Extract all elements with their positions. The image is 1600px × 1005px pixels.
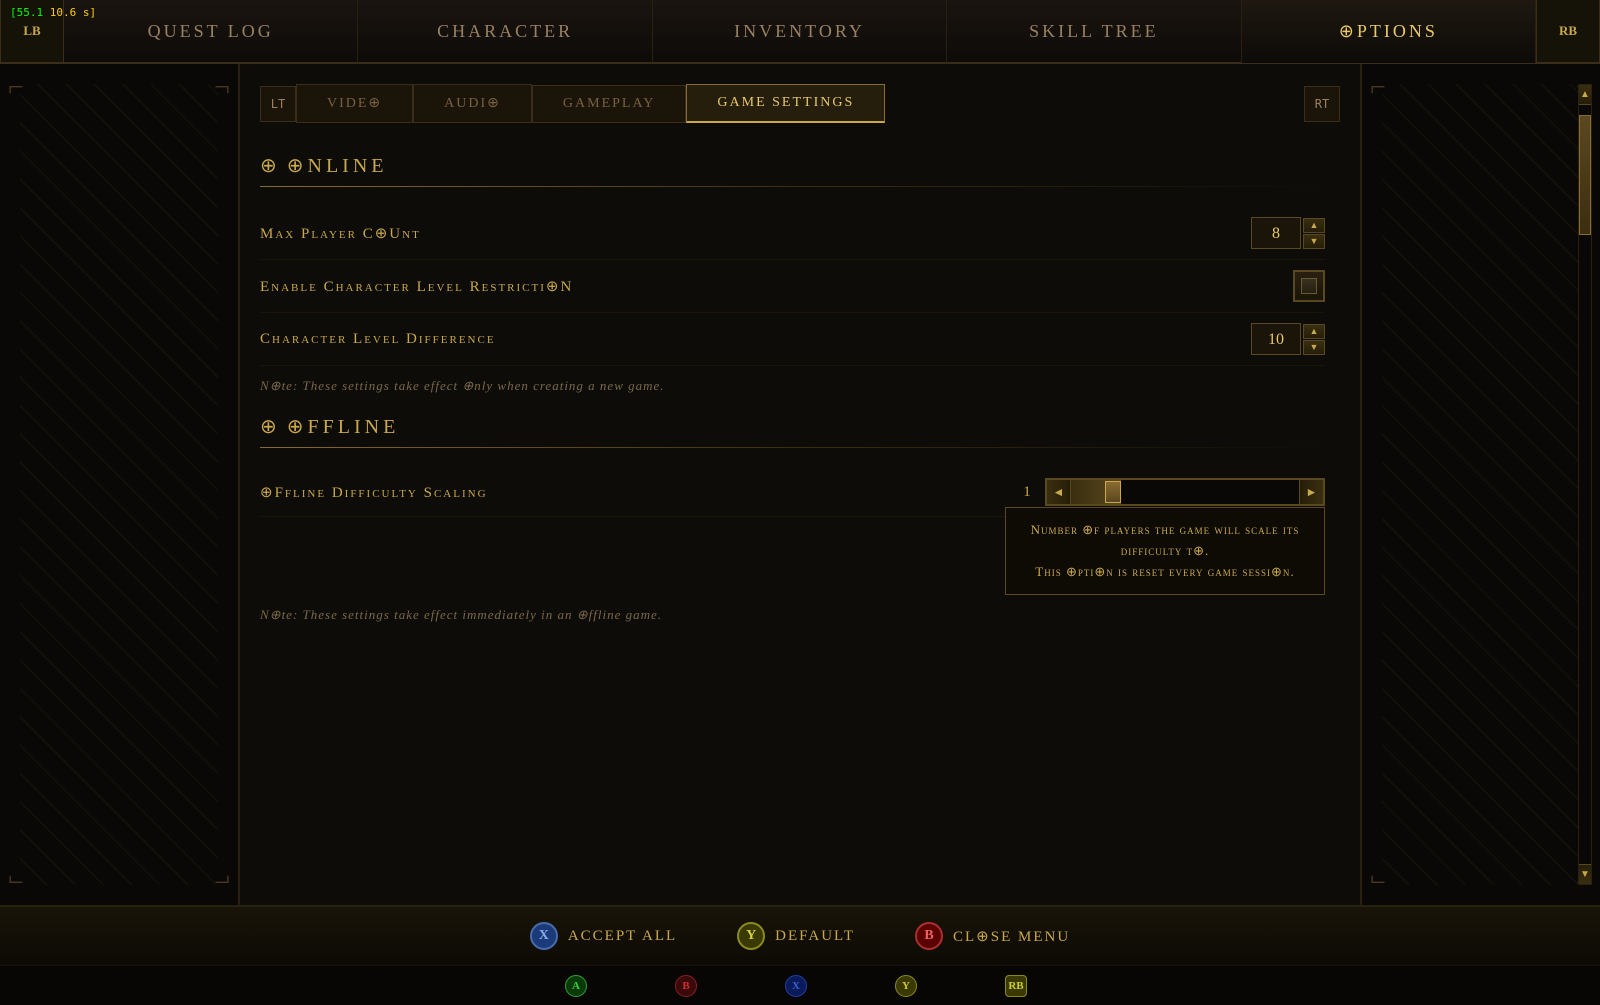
bottom-ctrl-y: Y bbox=[895, 975, 925, 997]
checkbox-inner bbox=[1301, 278, 1317, 294]
char-level-restriction-row: Enable Character Level Restricti⊕n bbox=[260, 260, 1325, 313]
y-button-small[interactable]: Y bbox=[895, 975, 917, 997]
nav-options[interactable]: ⊕ptions bbox=[1242, 0, 1536, 63]
a-button-small[interactable]: A bbox=[565, 975, 587, 997]
char-level-diff-row: Character Level Difference 10 ▲ ▼ bbox=[260, 313, 1325, 366]
default-label: Default bbox=[775, 928, 855, 945]
main-layout: ⌐ ⌐ ⌐ ⌐ LT Vide⊕ Audi⊕ Gameplay Game Set… bbox=[0, 64, 1600, 905]
char-level-diff-up[interactable]: ▲ bbox=[1303, 324, 1325, 339]
online-section-title: ⊕nline bbox=[283, 153, 388, 178]
corner-ornament-br: ⌐ bbox=[190, 857, 230, 897]
bottom-ctrl-b: B bbox=[675, 975, 705, 997]
settings-content[interactable]: ⊕ ⊕nline Max Player C⊕unt 8 ▲ ▼ Enable C… bbox=[260, 143, 1340, 905]
char-level-diff-down[interactable]: ▼ bbox=[1303, 340, 1325, 355]
tab-game-settings[interactable]: Game Settings bbox=[686, 84, 885, 123]
very-bottom-strip: A B X Y RB bbox=[0, 965, 1600, 1005]
tab-right-button[interactable]: RT bbox=[1304, 86, 1340, 122]
offline-difficulty-value: 1 bbox=[1017, 484, 1037, 501]
nav-skill-tree[interactable]: Skill Tree bbox=[947, 0, 1241, 63]
online-section-header: ⊕ ⊕nline bbox=[260, 153, 1325, 178]
y-button-icon: Y bbox=[737, 922, 765, 950]
tab-left-button[interactable]: LT bbox=[260, 86, 296, 122]
max-player-count-control[interactable]: 8 ▲ ▼ bbox=[1251, 217, 1325, 249]
bottom-bar: X Accept All Y Default B Cl⊕se Menu bbox=[0, 905, 1600, 965]
offline-section-header: ⊕ ⊕ffline bbox=[260, 414, 1325, 439]
max-player-count-label: Max Player C⊕unt bbox=[260, 224, 421, 243]
offline-difficulty-label: ⊕ffline Difficulty Scaling bbox=[260, 483, 488, 502]
scrollbar-thumb[interactable] bbox=[1579, 115, 1591, 235]
scrollbar[interactable]: ▲ ▼ bbox=[1578, 84, 1592, 885]
scrollbar-track bbox=[1579, 105, 1591, 864]
bottom-ctrl-a: A bbox=[565, 975, 595, 997]
right-side-panel: ⌐ ⌐ ⌐ ⌐ ▲ ▼ bbox=[1360, 64, 1600, 905]
content-area: LT Vide⊕ Audi⊕ Gameplay Game Settings RT bbox=[240, 64, 1360, 905]
difficulty-tooltip: Number ⊕f players the game will scale it… bbox=[1005, 507, 1325, 595]
slider-thumb bbox=[1105, 481, 1121, 503]
hud-fps: [55.1 10.6 s] bbox=[10, 6, 96, 19]
left-side-panel: ⌐ ⌐ ⌐ ⌐ bbox=[0, 64, 240, 905]
bottom-ctrl-rb: RB bbox=[1005, 975, 1035, 997]
offline-section-icon: ⊕ bbox=[260, 414, 277, 439]
tab-gameplay[interactable]: Gameplay bbox=[532, 85, 687, 123]
max-player-count-value: 8 bbox=[1251, 217, 1301, 249]
char-level-diff-label: Character Level Difference bbox=[260, 331, 496, 348]
nav-rb-button[interactable]: RB bbox=[1536, 0, 1600, 63]
right-corner-ornament-bl: ⌐ bbox=[1370, 857, 1410, 897]
max-player-count-down[interactable]: ▼ bbox=[1303, 234, 1325, 249]
b-button-small[interactable]: B bbox=[675, 975, 697, 997]
nav-quest-log[interactable]: Quest Log bbox=[64, 0, 358, 63]
char-level-diff-control[interactable]: 10 ▲ ▼ bbox=[1251, 323, 1325, 355]
char-level-restriction-checkbox[interactable] bbox=[1293, 270, 1325, 302]
slider-left-btn[interactable]: ◄ bbox=[1047, 480, 1071, 504]
scrollbar-down[interactable]: ▼ bbox=[1579, 864, 1591, 884]
bottom-ctrl-x: X bbox=[785, 975, 815, 997]
nav-inventory[interactable]: Inventory bbox=[653, 0, 947, 63]
close-menu-action[interactable]: B Cl⊕se Menu bbox=[915, 922, 1070, 950]
offline-divider bbox=[260, 447, 1325, 448]
x-button-icon: X bbox=[530, 922, 558, 950]
max-player-count-spinners: ▲ ▼ bbox=[1303, 218, 1325, 249]
accept-all-action[interactable]: X Accept All bbox=[530, 922, 677, 950]
char-level-diff-spinners: ▲ ▼ bbox=[1303, 324, 1325, 355]
corner-ornament-tl: ⌐ bbox=[8, 72, 48, 112]
online-divider bbox=[260, 186, 1325, 187]
corner-ornament-tr: ⌐ bbox=[190, 72, 230, 112]
online-section-icon: ⊕ bbox=[260, 153, 277, 178]
char-level-restriction-control[interactable] bbox=[1293, 270, 1325, 302]
b-button-icon: B bbox=[915, 922, 943, 950]
slider-fill bbox=[1071, 480, 1121, 504]
char-level-diff-value: 10 bbox=[1251, 323, 1301, 355]
tab-audio[interactable]: Audi⊕ bbox=[413, 84, 532, 123]
offline-difficulty-slider[interactable]: ◄ ► bbox=[1045, 478, 1325, 506]
top-navigation: [55.1 10.6 s] LB Quest Log Character Inv… bbox=[0, 0, 1600, 64]
online-note: N⊕te: These settings take effect ⊕nly wh… bbox=[260, 378, 1325, 394]
corner-ornament-bl: ⌐ bbox=[8, 857, 48, 897]
slider-right-btn[interactable]: ► bbox=[1299, 480, 1323, 504]
close-menu-label: Cl⊕se Menu bbox=[953, 927, 1070, 946]
offline-section-title: ⊕ffline bbox=[283, 414, 400, 439]
tab-video[interactable]: Vide⊕ bbox=[296, 84, 413, 123]
char-level-restriction-label: Enable Character Level Restricti⊕n bbox=[260, 277, 573, 296]
tabs-row: LT Vide⊕ Audi⊕ Gameplay Game Settings RT bbox=[260, 84, 1340, 123]
offline-difficulty-control[interactable]: 1 ◄ ► bbox=[1017, 478, 1325, 506]
x-button-small[interactable]: X bbox=[785, 975, 807, 997]
max-player-count-up[interactable]: ▲ bbox=[1303, 218, 1325, 233]
nav-character[interactable]: Character bbox=[358, 0, 652, 63]
offline-note: N⊕te: These settings take effect immedia… bbox=[260, 607, 1325, 623]
scrollbar-up[interactable]: ▲ bbox=[1579, 85, 1591, 105]
default-action[interactable]: Y Default bbox=[737, 922, 855, 950]
accept-all-label: Accept All bbox=[568, 928, 677, 945]
right-corner-ornament-tl: ⌐ bbox=[1370, 72, 1410, 112]
max-player-count-row: Max Player C⊕unt 8 ▲ ▼ bbox=[260, 207, 1325, 260]
rb-button-small[interactable]: RB bbox=[1005, 975, 1027, 997]
